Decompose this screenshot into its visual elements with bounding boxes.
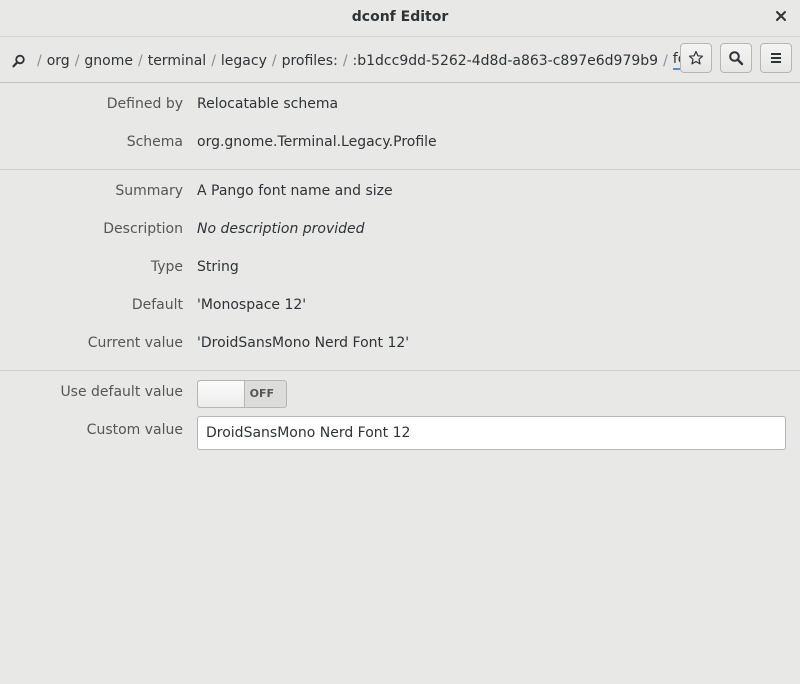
path-separator: / [663, 52, 668, 69]
summary-label: Summary [115, 183, 183, 199]
current-value-row: Current value 'DroidSansMono Nerd Font 1… [0, 325, 800, 363]
root-search-icon[interactable] [12, 54, 26, 68]
close-icon[interactable] [774, 9, 788, 23]
bookmark-button[interactable] [680, 43, 712, 73]
defined-by-row: Defined by Relocatable schema [0, 86, 800, 124]
summary-row: Summary A Pango font name and size [0, 173, 800, 211]
schema-value: org.gnome.Terminal.Legacy.Profile [197, 134, 437, 150]
use-default-row: Use default value [0, 374, 800, 412]
switch-state-label: OFF [249, 387, 274, 400]
description-row: Description No description provided [0, 211, 800, 249]
headerbar: / org / gnome / terminal / legacy / prof… [0, 37, 800, 83]
type-label: Type [150, 259, 183, 275]
current-value: 'DroidSansMono Nerd Font 12' [197, 335, 410, 351]
window-title: dconf Editor [351, 9, 449, 25]
path-segment-legacy[interactable]: legacy [221, 53, 267, 69]
search-button[interactable] [720, 43, 752, 73]
path-segment-profile-id[interactable]: :b1dcc9dd-5262-4d8d-a863-c897e6d979b9 [353, 53, 659, 69]
current-value-label: Current value [87, 335, 183, 351]
default-value: 'Monospace 12' [197, 297, 307, 313]
switch-knob[interactable] [198, 381, 245, 407]
use-default-label: Use default value [60, 384, 183, 400]
description-label: Description [103, 221, 183, 237]
summary-value: A Pango font name and size [197, 183, 393, 199]
default-row: Default 'Monospace 12' [0, 287, 800, 325]
default-label: Default [131, 297, 183, 313]
breadcrumb: / org / gnome / terminal / legacy / prof… [12, 51, 701, 70]
use-default-switch[interactable]: OFF [197, 380, 287, 408]
star-icon [688, 50, 704, 65]
path-separator: / [137, 52, 143, 69]
path-separator: / [271, 52, 277, 69]
defined-by-value: Relocatable schema [197, 96, 339, 112]
path-segment-profiles[interactable]: profiles: [282, 53, 338, 69]
schema-row: Schema org.gnome.Terminal.Legacy.Profile [0, 124, 800, 162]
custom-value-input[interactable] [197, 416, 786, 450]
path-separator: / [211, 52, 216, 69]
search-icon [729, 51, 744, 66]
path-separator: / [342, 52, 348, 69]
section-divider [0, 370, 800, 371]
type-row: Type String [0, 249, 800, 287]
path-segment-terminal[interactable]: terminal [148, 53, 206, 69]
path-separator: / [37, 52, 42, 69]
section-divider [0, 169, 800, 170]
defined-by-label: Defined by [106, 96, 183, 112]
menu-button[interactable] [760, 43, 792, 73]
titlebar: dconf Editor [0, 0, 800, 37]
type-value: String [197, 259, 239, 275]
hamburger-menu-icon [771, 53, 781, 63]
path-segment-gnome[interactable]: gnome [84, 53, 133, 69]
path-separator: / [74, 52, 80, 69]
description-value: No description provided [197, 221, 365, 237]
custom-value-label: Custom value [86, 422, 183, 438]
path-segment-org[interactable]: org [47, 53, 70, 69]
dconf-editor-window: dconf Editor / org / gnome / terminal / … [0, 0, 800, 684]
schema-label: Schema [126, 134, 183, 150]
